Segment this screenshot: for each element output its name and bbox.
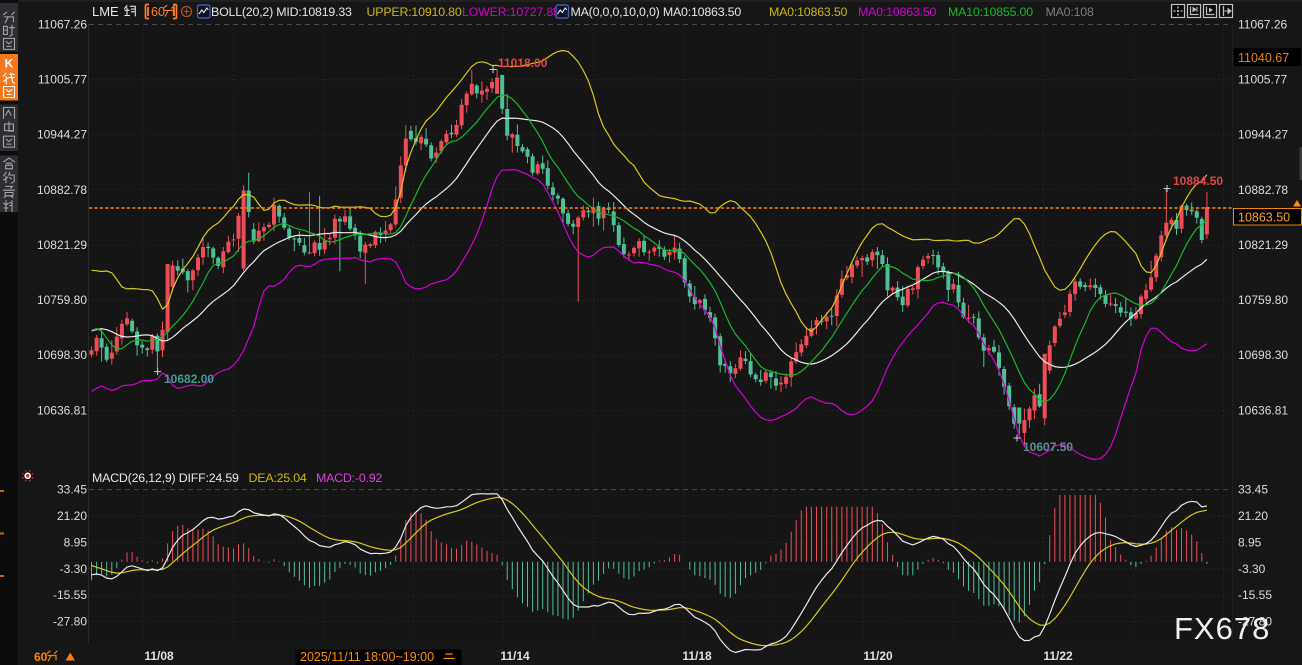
svg-text:MA0:10863.50: MA0:10863.50 <box>858 5 937 19</box>
svg-text:11/20: 11/20 <box>863 649 893 663</box>
svg-text:MACD(26,12,9) DIFF:24.59: MACD(26,12,9) DIFF:24.59 <box>92 471 239 485</box>
svg-text:-15.55: -15.55 <box>53 588 87 602</box>
svg-text:2025/11/11 18:00~19:00: 2025/11/11 18:00~19:00 <box>300 650 434 664</box>
svg-text:11067.26: 11067.26 <box>38 18 87 32</box>
svg-text:MA0:10863.50: MA0:10863.50 <box>769 5 848 19</box>
svg-text:MA10:10855.00: MA10:10855.00 <box>948 5 1033 19</box>
svg-text:10882.78: 10882.78 <box>37 183 87 197</box>
svg-text:UPPER:10910.80: UPPER:10910.80 <box>367 5 462 19</box>
svg-text:10882.78: 10882.78 <box>1238 183 1288 197</box>
svg-text:FX678: FX678 <box>1174 611 1270 646</box>
svg-text:33.45: 33.45 <box>1238 483 1268 497</box>
svg-text:10944.27: 10944.27 <box>1238 128 1288 142</box>
svg-text:21.20: 21.20 <box>57 509 87 523</box>
svg-text:8.95: 8.95 <box>64 535 88 549</box>
svg-text:11067.26: 11067.26 <box>1238 18 1287 32</box>
svg-text:BOLL(20,2) MID:10819.33: BOLL(20,2) MID:10819.33 <box>211 5 352 19</box>
svg-text:10759.80: 10759.80 <box>1238 293 1288 307</box>
svg-text:10759.80: 10759.80 <box>37 293 87 307</box>
svg-text:60: 60 <box>151 5 165 19</box>
svg-text:21.20: 21.20 <box>1238 509 1268 523</box>
svg-text:10863.50: 10863.50 <box>1238 211 1290 225</box>
svg-text:11/18: 11/18 <box>682 649 712 663</box>
svg-text:10821.29: 10821.29 <box>1238 238 1288 252</box>
svg-text:LOWER:10727.85: LOWER:10727.85 <box>462 5 560 19</box>
svg-text:10698.30: 10698.30 <box>1238 348 1288 362</box>
svg-text:K: K <box>5 57 14 71</box>
svg-text:10636.81: 10636.81 <box>37 403 87 417</box>
svg-text:LME: LME <box>92 4 119 19</box>
svg-text:DEA:25.04: DEA:25.04 <box>249 471 307 485</box>
svg-text:10884.50: 10884.50 <box>1173 174 1223 188</box>
svg-text:60: 60 <box>34 650 48 664</box>
svg-text:10682.00: 10682.00 <box>164 372 214 386</box>
svg-text:MA0:108: MA0:108 <box>1046 5 1095 19</box>
svg-text:11/08: 11/08 <box>144 649 174 663</box>
svg-text:11005.77: 11005.77 <box>1238 73 1287 87</box>
svg-text:10821.29: 10821.29 <box>37 238 87 252</box>
svg-text:11/22: 11/22 <box>1043 649 1073 663</box>
svg-text:10607.50: 10607.50 <box>1023 440 1073 454</box>
svg-text:-3.30: -3.30 <box>1238 562 1266 576</box>
svg-text:11/14: 11/14 <box>500 649 530 663</box>
svg-text:MA(0,0,0,10,0,0) MA0:10863.50: MA(0,0,0,10,0,0) MA0:10863.50 <box>571 5 742 19</box>
svg-text:11018.00: 11018.00 <box>498 56 548 70</box>
svg-text:-3.30: -3.30 <box>60 562 88 576</box>
svg-text:33.45: 33.45 <box>57 483 87 497</box>
svg-text:11040.67: 11040.67 <box>1238 51 1289 65</box>
svg-text:10636.81: 10636.81 <box>1238 403 1288 417</box>
svg-text:10944.27: 10944.27 <box>37 128 87 142</box>
svg-text:11005.77: 11005.77 <box>38 73 87 87</box>
svg-text:-15.55: -15.55 <box>1238 588 1272 602</box>
svg-text:8.95: 8.95 <box>1238 535 1262 549</box>
svg-text:10698.30: 10698.30 <box>37 348 87 362</box>
svg-text:MACD:-0.92: MACD:-0.92 <box>316 471 382 485</box>
svg-text:-27.80: -27.80 <box>53 615 87 629</box>
